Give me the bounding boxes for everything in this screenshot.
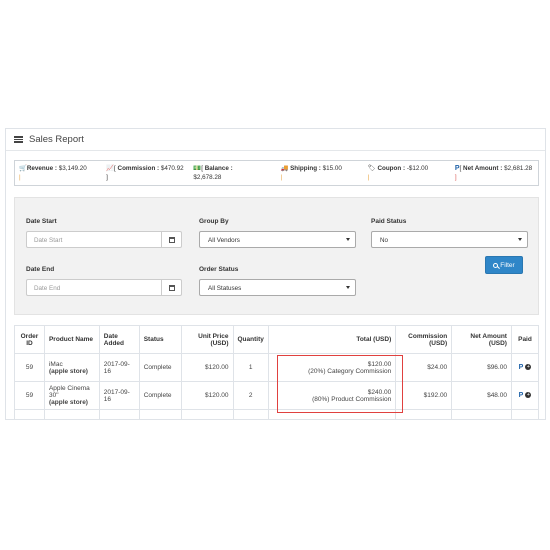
list-icon [14, 136, 23, 143]
col-net-amount: Net Amount (USD) [451, 325, 512, 354]
calendar-button[interactable] [161, 232, 181, 247]
tag-icon: 🏷 [367, 165, 376, 172]
cell-product: Apple Cinema 30" (apple store) [43, 381, 100, 410]
cell-total: $120.00 (20%) Category Commission [267, 353, 397, 382]
date-start-input[interactable]: Date Start [26, 231, 182, 248]
paid-status-label: Paid Status [371, 218, 407, 225]
summary-balance: 💵[ Balance : $2,678.28 [193, 165, 233, 181]
date-end-label: Date End [26, 266, 55, 273]
col-quantity: Quantity [232, 325, 269, 354]
table-row [14, 409, 540, 419]
cell-order-id: 59 [14, 381, 45, 410]
calendar-icon [168, 236, 175, 243]
chevron-down-icon [346, 286, 350, 289]
cell-unit-price: $120.00 [180, 353, 234, 382]
filter-panel: Date Start Date Start Date End Date End … [14, 197, 539, 315]
search-icon [493, 262, 499, 268]
sales-table: Order ID Product Name Date Added Status … [14, 325, 540, 419]
summary-shipping: 🚚 Shipping : $15.00 | [280, 165, 342, 181]
cell-status: Complete [138, 353, 182, 382]
table-row: 59 iMac (apple store) 2017-09-16 Complete… [14, 353, 540, 382]
cell-date: 2017-09-16 [98, 381, 140, 410]
paypal-icon[interactable]: P [519, 392, 524, 399]
table-header-row: Order ID Product Name Date Added Status … [14, 325, 540, 354]
col-commission: Commission (USD) [395, 325, 453, 354]
cell-commission: $192.00 [395, 381, 453, 410]
cell-total: $240.00 (80%) Product Commission [267, 381, 397, 410]
calendar-icon [168, 284, 175, 291]
panel-heading: Sales Report [6, 129, 545, 151]
cell-product: iMac (apple store) [43, 353, 100, 382]
chevron-down-icon [346, 238, 350, 241]
col-product-name: Product Name [43, 325, 100, 354]
col-date-added: Date Added [98, 325, 140, 354]
summary-coupon: 🏷 Coupon : -$12.00 | [367, 165, 429, 181]
summary-revenue: 🛒Revenue : $3,149.20 | [19, 165, 87, 181]
summary-bar: 🛒Revenue : $3,149.20 | 📈[ Commission : $4… [14, 160, 539, 186]
cell-order-id: 59 [14, 353, 45, 382]
group-by-label: Group By [199, 218, 229, 225]
cell-unit-price: $120.00 [180, 381, 234, 410]
filter-button[interactable]: Filter [485, 256, 523, 274]
cell-paid: P + [510, 381, 540, 410]
col-total: Total (USD) [267, 325, 397, 354]
paypal-icon[interactable]: P [519, 364, 524, 371]
plus-icon[interactable]: + [525, 364, 532, 371]
table-row: 59 Apple Cinema 30" (apple store) 2017-09… [14, 381, 540, 410]
date-start-label: Date Start [26, 218, 57, 225]
truck-icon: 🚚 [280, 165, 289, 172]
group-by-select[interactable]: All Vendors [199, 231, 356, 248]
cell-commission: $24.00 [395, 353, 453, 382]
date-end-input[interactable]: Date End [26, 279, 182, 296]
chart-icon: 📈 [106, 165, 115, 172]
col-order-id: Order ID [14, 325, 45, 354]
col-unit-price: Unit Price (USD) [180, 325, 234, 354]
cell-quantity: 2 [232, 381, 269, 410]
sales-report-panel: Sales Report 🛒Revenue : $3,149.20 | 📈[ Co… [5, 128, 546, 420]
cell-net: $96.00 [451, 353, 512, 382]
money-icon: 💵 [193, 165, 202, 172]
cell-paid: P + [510, 353, 540, 382]
order-status-select[interactable]: All Statuses [199, 279, 356, 296]
order-status-label: Order Status [199, 266, 239, 273]
cart-icon: 🛒 [19, 165, 27, 172]
page-title: Sales Report [29, 134, 84, 145]
paypal-icon: P [454, 165, 460, 172]
chevron-down-icon [518, 238, 522, 241]
col-paid: Paid [510, 325, 540, 354]
summary-net-amount: P[ Net Amount : $2,681.28] [454, 165, 533, 181]
col-status: Status [138, 325, 182, 354]
cell-date: 2017-09-16 [98, 353, 140, 382]
paid-status-select[interactable]: No [371, 231, 528, 248]
calendar-button[interactable] [161, 280, 181, 295]
plus-icon[interactable]: + [525, 392, 532, 399]
cell-net: $48.00 [451, 381, 512, 410]
cell-quantity: 1 [232, 353, 269, 382]
cell-status: Complete [138, 381, 182, 410]
summary-commission: 📈[ Commission : $470.92] [106, 165, 184, 181]
